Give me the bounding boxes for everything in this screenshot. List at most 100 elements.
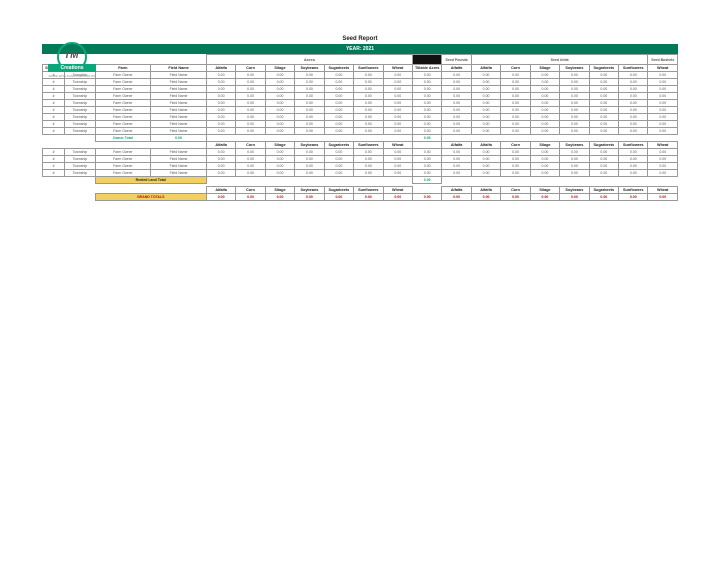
cell-acres: 0.00: [206, 170, 235, 177]
table-row: #TownshipFarm OwnerField Name0.000.000.0…: [43, 72, 678, 79]
cell-units: 0.00: [530, 149, 559, 156]
cell-acres: 0.00: [265, 72, 294, 79]
col-bushels-crop: Wheat: [648, 65, 678, 72]
cell-acres: 0.00: [324, 107, 353, 114]
cell-bushels: 0.00: [648, 170, 678, 177]
cell-units: 0.00: [560, 86, 589, 93]
cell-units: 0.00: [471, 93, 500, 100]
cell-bushels: 0.00: [648, 149, 678, 156]
grand-header-row: Alfalfa Corn Silage Soybeans Sugarbeets …: [43, 187, 678, 194]
cell-units: 0.00: [530, 121, 559, 128]
cell-pounds: 0.00: [442, 121, 471, 128]
cell-pounds: 0.00: [442, 107, 471, 114]
cell-sec: #: [43, 128, 65, 135]
cell-units: 0.00: [530, 170, 559, 177]
cell-acres: 0.00: [236, 114, 265, 121]
cell-tillable: 0.00: [412, 128, 441, 135]
column-header-row-2: Alfalfa Corn Silage Soybeans Sugarbeets …: [43, 142, 678, 149]
logo-banner: Creations: [48, 64, 96, 72]
col-crop: Sunflowers: [354, 187, 383, 194]
table-row: #TownshipFarm OwnerField Name0.000.000.0…: [43, 93, 678, 100]
cell-acres: 0.00: [206, 149, 235, 156]
table-row: #TownshipFarm OwnerField Name0.000.000.0…: [43, 86, 678, 93]
cell-acres: 0.00: [265, 121, 294, 128]
cell-units: 0.00: [501, 128, 530, 135]
cell-pounds: 0.00: [442, 93, 471, 100]
cell-twp: Township: [65, 170, 95, 177]
col-crop: Sugarbeets: [324, 65, 353, 72]
cell-acres: 0.00: [206, 100, 235, 107]
cell-acres: 0.00: [236, 79, 265, 86]
col-crop: Wheat: [383, 142, 412, 149]
cell-units: 0.00: [501, 100, 530, 107]
cell-units: 0.00: [501, 114, 530, 121]
col-crop: Wheat: [383, 187, 412, 194]
cell-farm: Farm Owner: [95, 79, 151, 86]
cell-acres: 0.00: [295, 163, 324, 170]
cell-units: 0.00: [471, 170, 500, 177]
group-acres-header: Acres: [206, 55, 412, 65]
cell-acres: 0.00: [295, 107, 324, 114]
cell-acres: 0.00: [206, 163, 235, 170]
rented-total-row: Rented Land Total 0.00: [43, 177, 678, 184]
grand-totals-row: GRAND TOTALS 0.00 0.00 0.00 0.00 0.00 0.…: [43, 194, 678, 201]
cell-sec: #: [43, 79, 65, 86]
grand-val: 0.00: [412, 194, 441, 201]
cell-acres: 0.00: [295, 114, 324, 121]
owner-total-tillable: 0.00: [412, 135, 441, 142]
cell-units: 0.00: [501, 121, 530, 128]
col-su-crop: Soybeans: [560, 187, 589, 194]
cell-acres: 0.00: [206, 93, 235, 100]
logo: TM Creations WORK WITH PURPOSE & TRUST: [48, 42, 96, 78]
cell-tillable: 0.00: [412, 72, 441, 79]
cell-sec: #: [43, 170, 65, 177]
cell-units: 0.00: [619, 170, 648, 177]
cell-acres: 0.00: [383, 72, 412, 79]
report-title: Seed Report: [0, 36, 720, 42]
cell-field: Field Name: [151, 93, 207, 100]
cell-twp: Township: [65, 128, 95, 135]
cell-units: 0.00: [471, 149, 500, 156]
cell-field: Field Name: [151, 72, 207, 79]
cell-units: 0.00: [471, 79, 500, 86]
table-row: #TownshipFarm OwnerField Name0.000.000.0…: [43, 149, 678, 156]
cell-bushels: 0.00: [648, 86, 678, 93]
grand-totals-label: GRAND TOTALS: [95, 194, 206, 201]
col-su-crop: Soybeans: [560, 65, 589, 72]
cell-units: 0.00: [619, 163, 648, 170]
table-row: #TownshipFarm OwnerField Name0.000.000.0…: [43, 114, 678, 121]
col-crop: Corn: [236, 187, 265, 194]
cell-units: 0.00: [530, 100, 559, 107]
cell-farm: Farm Owner: [95, 156, 151, 163]
cell-units: 0.00: [560, 114, 589, 121]
cell-bushels: 0.00: [648, 121, 678, 128]
grand-val: 0.00: [471, 194, 500, 201]
owner-total-label: Owner Total: [95, 135, 151, 142]
cell-units: 0.00: [530, 79, 559, 86]
cell-acres: 0.00: [206, 114, 235, 121]
cell-acres: 0.00: [354, 79, 383, 86]
cell-units: 0.00: [619, 72, 648, 79]
col-crop: Alfalfa: [206, 142, 235, 149]
cell-units: 0.00: [560, 107, 589, 114]
cell-farm: Farm Owner: [95, 163, 151, 170]
cell-tillable: 0.00: [412, 149, 441, 156]
cell-acres: 0.00: [236, 100, 265, 107]
col-su-crop: Corn: [501, 142, 530, 149]
group-header-row: Acres Seed Pounds Seed Units Seed Bushel…: [43, 55, 678, 65]
col-tillable: Tillable Acres: [412, 65, 441, 72]
col-su-crop: Alfalfa: [471, 142, 500, 149]
cell-field: Field Name: [151, 79, 207, 86]
cell-units: 0.00: [501, 156, 530, 163]
cell-sec: #: [43, 149, 65, 156]
table-row: #TownshipFarm OwnerField Name0.000.000.0…: [43, 79, 678, 86]
cell-acres: 0.00: [383, 163, 412, 170]
cell-twp: Township: [65, 149, 95, 156]
cell-field: Field Name: [151, 156, 207, 163]
cell-acres: 0.00: [324, 163, 353, 170]
cell-acres: 0.00: [236, 107, 265, 114]
cell-tillable: 0.00: [412, 100, 441, 107]
cell-acres: 0.00: [324, 128, 353, 135]
cell-field: Field Name: [151, 100, 207, 107]
cell-acres: 0.00: [354, 163, 383, 170]
